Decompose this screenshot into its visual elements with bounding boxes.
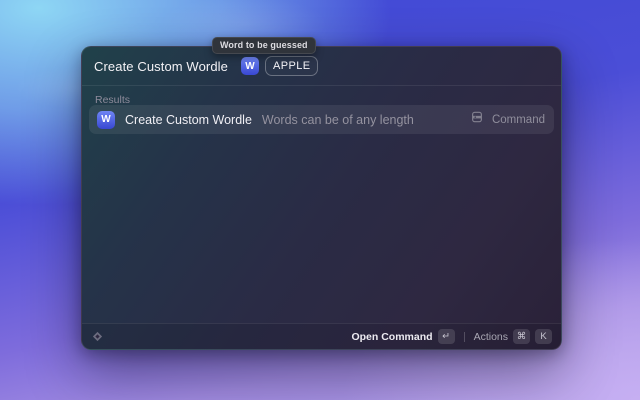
argument-tooltip: Word to be guessed [212, 37, 316, 54]
result-type-badge: Command [492, 114, 545, 126]
open-command-action[interactable]: Open Command [351, 331, 432, 343]
result-subtitle: Words can be of any length [262, 113, 414, 127]
raycast-launcher-window: Create Custom Wordle W APPLE Results W C… [81, 46, 562, 350]
raycast-logo-icon [91, 330, 104, 343]
footer-divider [464, 332, 465, 342]
result-item-create-custom-wordle[interactable]: W Create Custom Wordle Words can be of a… [89, 105, 554, 134]
desktop-wallpaper: Create Custom Wordle W APPLE Results W C… [0, 0, 640, 400]
command-header: Create Custom Wordle W APPLE [82, 47, 561, 86]
actions-menu-button[interactable]: Actions [474, 331, 508, 343]
return-keycap: ↵ [438, 329, 455, 344]
wordle-app-icon: W [241, 57, 259, 75]
command-keycap: ⌘ [513, 329, 530, 344]
result-title: Create Custom Wordle [125, 113, 252, 127]
k-keycap: K [535, 329, 552, 344]
wordle-app-icon: W [97, 111, 115, 129]
command-type-icon [470, 110, 484, 129]
word-argument-input[interactable]: APPLE [265, 56, 318, 76]
action-bar: Open Command ↵ Actions ⌘ K [82, 323, 561, 349]
page-title: Create Custom Wordle [94, 59, 228, 74]
